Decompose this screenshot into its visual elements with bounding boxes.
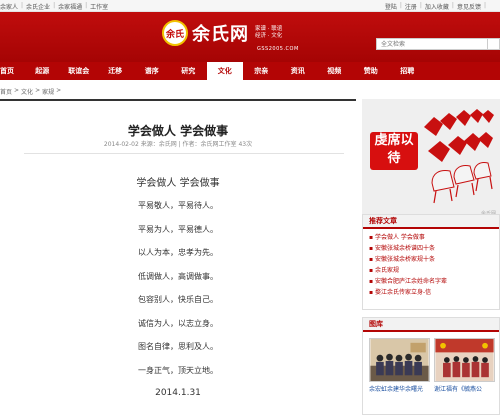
article-date: 2014.1.31 [155, 388, 201, 398]
nav-migration[interactable]: 迁移 [97, 62, 134, 80]
breadcrumb-sep: > [35, 87, 41, 94]
top-link[interactable]: 余氏企业 [26, 2, 50, 11]
nav-sponsor[interactable]: 赞助 [353, 62, 390, 80]
recommended-item-label: 安徽合肥庐江余姓命名字辈 [374, 278, 447, 285]
recommended-item[interactable]: ▪ 安徽合肥庐江余姓命名字辈 [369, 276, 493, 287]
article-line: 图名自律，思利及人。 [138, 342, 218, 351]
search-button[interactable] [488, 38, 500, 50]
logo-slogan: 家谱 · 联谊 经济 · 文化 [255, 26, 282, 40]
breadcrumb-sep: > [56, 87, 62, 94]
top-link[interactable]: 余家人 [0, 2, 18, 11]
breadcrumb-sep: > [14, 87, 20, 94]
gallery-captions: 余宏虹余建华余曙光 谢江福有《毓燕公 [369, 386, 495, 394]
article-title: 学会做人 学会做事 [127, 124, 229, 138]
breadcrumb-culture[interactable]: 文化 [21, 87, 33, 96]
gallery-photo-2[interactable] [434, 338, 495, 382]
top-links-left: 余家人 | 余氏企业 | 余家福通 | 工作室 [0, 2, 109, 11]
recommended-item[interactable]: ▪ 婺江余氏传家立身-信 [369, 287, 493, 298]
logo-url: GSS2005.COM [257, 46, 299, 52]
gallery-caption[interactable]: 谢江福有《毓燕公 [434, 386, 495, 394]
article-body: 学会做人 学会做事 平易敬人，平易待人。 平易为人，平易德人。 以人为本，忠孝为… [0, 174, 356, 398]
top-bar: 余家人 | 余氏企业 | 余家福通 | 工作室 登陆 | 注册 | 加入收藏 | 意见反馈 | [0, 0, 500, 12]
logo-name: 余氏网 [192, 24, 249, 45]
article-subtitle: 学会做人 学会做事 [136, 178, 220, 189]
article-line: 包容别人，快乐自己。 [138, 295, 218, 304]
recommended-item-label: 安徽张城余桥谱四十条 [374, 245, 435, 252]
article-line: 一身正气，顶天立地。 [138, 365, 218, 375]
site-logo[interactable]: 余氏 余氏网 家谱 · 联谊 经济 · 文化 [162, 20, 282, 46]
nav-culture[interactable]: 文化 [206, 62, 243, 80]
favorite-link[interactable]: 加入收藏 [425, 2, 449, 11]
breadcrumb-rules[interactable]: 家规 [42, 87, 54, 96]
recommended-item[interactable]: ▪ 余氏家规 [369, 265, 493, 276]
divider [24, 153, 344, 154]
gallery-caption[interactable]: 余宏虹余建华余曙光 [369, 386, 430, 394]
sidebar-banner[interactable]: 虔席以待 余氏网 [362, 99, 500, 221]
article-line: 平易为人，平易德人。 [138, 224, 218, 234]
article-meta: 2014-02-02 来源：余氏网 | 作者：余氏网工作室 43次 [103, 141, 253, 148]
recommended-title: 推荐文章 [363, 215, 499, 229]
nav-video[interactable]: 视频 [316, 62, 353, 80]
main-nav: 首页 起源 联谊会 迁移 谱序 研究 文化 宗亲 资讯 视频 赞助 招聘 [0, 62, 500, 80]
nav-origin[interactable]: 起源 [24, 62, 61, 80]
sidebar: 虔席以待 余氏网 推荐文章 ▪ 学会做人 学会做事 ▪ 安徽张城余桥谱四十条 ▪… [362, 99, 500, 415]
breadcrumb: 首页 > 文化 > 家规 > [0, 87, 61, 96]
top-link[interactable]: 工作室 [90, 2, 108, 11]
banner-text: 虔席以待 [370, 132, 418, 170]
top-link[interactable]: 余家福通 [58, 2, 82, 11]
recommended-item[interactable]: ▪ 安徽张城余桥谱四十条 [369, 243, 493, 254]
gallery-photos [369, 338, 495, 382]
article-line: 以人为本，忠孝为先。 [138, 248, 218, 257]
slogan-line: 家谱 · 联谊 [255, 26, 283, 32]
nav-clan[interactable]: 宗亲 [243, 62, 280, 80]
gallery-title: 图库 [363, 318, 499, 332]
search-input[interactable] [376, 38, 488, 50]
gallery-box: 图库 余宏虹余建华余曙光 谢江福有《毓燕公 [362, 317, 500, 415]
recommended-box: 推荐文章 ▪ 学会做人 学会做事 ▪ 安徽张城余桥谱四十条 ▪ 安徽张城余桥家规… [362, 214, 500, 310]
nav-home[interactable]: 首页 [0, 62, 24, 80]
article-line: 低调做人，高调做事。 [138, 271, 218, 281]
slogan-line: 经济 · 文化 [255, 33, 283, 39]
nav-news[interactable]: 资讯 [280, 62, 317, 80]
top-links-right: 登陆 | 注册 | 加入收藏 | 意见反馈 | [384, 2, 486, 11]
nav-research[interactable]: 研究 [170, 62, 207, 80]
recommended-item-label: 学会做人 学会做事 [374, 234, 425, 241]
breadcrumb-home[interactable]: 首页 [0, 87, 12, 96]
recommended-item[interactable]: ▪ 安徽张城余桥家规十条 [369, 254, 493, 265]
register-link[interactable]: 注册 [405, 2, 417, 11]
recommended-item[interactable]: ▪ 学会做人 学会做事 [369, 232, 493, 243]
nav-association[interactable]: 联谊会 [61, 62, 98, 80]
recommended-item-label: 婺江余氏传家立身-信 [374, 289, 432, 296]
article-line: 平易敬人，平易待人。 [138, 201, 218, 210]
recommended-item-label: 余氏家规 [374, 267, 399, 274]
article-line: 诚信为人，以志立身。 [138, 318, 218, 328]
site-header: 余氏 余氏网 家谱 · 联谊 经济 · 文化 GSS2005.COM [0, 12, 500, 62]
gallery-photo-1[interactable] [369, 338, 430, 382]
recommended-item-label: 安徽张城余桥家规十条 [374, 256, 435, 263]
logo-seal-icon: 余氏 [162, 20, 188, 46]
login-link[interactable]: 登陆 [385, 2, 397, 11]
recommended-list: ▪ 学会做人 学会做事 ▪ 安徽张城余桥谱四十条 ▪ 安徽张城余桥家规十条 ▪ … [363, 229, 499, 301]
nav-genealogy[interactable]: 谱序 [134, 62, 171, 80]
article-panel: 学会做人 学会做事 2014-02-02 来源：余氏网 | 作者：余氏网工作室 … [0, 99, 356, 415]
nav-jobs[interactable]: 招聘 [389, 62, 426, 80]
feedback-link[interactable]: 意见反馈 [457, 2, 481, 11]
